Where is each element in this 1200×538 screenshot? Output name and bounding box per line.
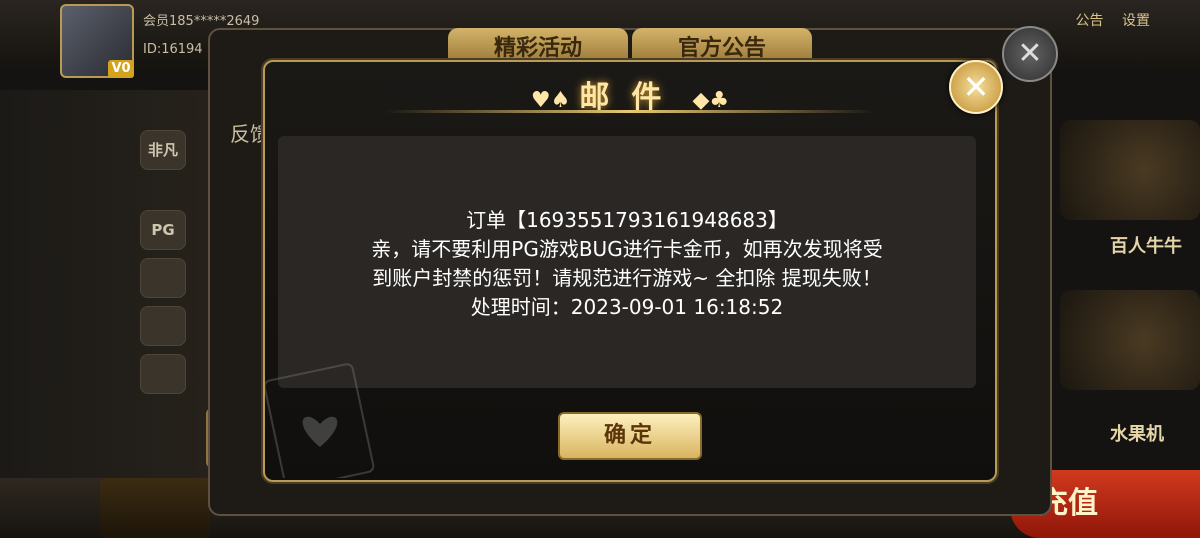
mail-dialog: ♥♠ 邮件 ◆♣ ✕ 订单【1693551793161948683】 亲，请不要… bbox=[263, 60, 1003, 482]
announcement-button[interactable]: 公告 bbox=[1076, 13, 1104, 29]
rail-game-2[interactable] bbox=[140, 306, 186, 346]
vip-badge: V0 bbox=[108, 60, 134, 78]
settings-button[interactable]: 设置 bbox=[1122, 13, 1150, 29]
rail-category[interactable]: 非凡 bbox=[140, 130, 186, 170]
rail-game-1[interactable] bbox=[140, 258, 186, 298]
header-divider bbox=[385, 110, 875, 113]
rail-pg[interactable]: PG bbox=[140, 210, 186, 250]
game-tile-2[interactable] bbox=[1060, 290, 1200, 390]
dialog-header: ♥♠ 邮件 ◆♣ bbox=[265, 62, 995, 122]
message-line-1: 亲，请不要利用PG游戏BUG进行卡金币，如再次发现将受 bbox=[371, 237, 883, 261]
member-label: 会员185*****2649 bbox=[143, 14, 260, 29]
game-tile-1[interactable] bbox=[1060, 120, 1200, 220]
back-close-button[interactable]: ✕ bbox=[1002, 26, 1058, 82]
playing-card-decoration bbox=[265, 363, 375, 478]
confirm-button[interactable]: 确定 bbox=[558, 412, 702, 460]
message-body: 订单【1693551793161948683】 亲，请不要利用PG游戏BUG进行… bbox=[278, 206, 976, 322]
top-icons: 公告 设置 bbox=[1062, 10, 1150, 30]
close-button[interactable]: ✕ bbox=[949, 60, 1003, 114]
game-tile-2-label: 水果机 bbox=[1110, 424, 1164, 445]
rail-game-3[interactable] bbox=[140, 354, 186, 394]
message-box: 订单【1693551793161948683】 亲，请不要利用PG游戏BUG进行… bbox=[278, 136, 976, 388]
left-rail bbox=[0, 90, 230, 490]
message-line-order: 订单【1693551793161948683】 bbox=[466, 208, 788, 232]
game-tile-1-label: 百人牛牛 bbox=[1110, 236, 1182, 257]
player-id: ID:16194 bbox=[143, 42, 203, 57]
message-line-time: 处理时间：2023-09-01 16:18:52 bbox=[470, 295, 784, 319]
message-line-2: 到账户封禁的惩罚！请规范进行游戏~ 全扣除 提现失败！ bbox=[372, 266, 882, 290]
avatar[interactable]: V0 bbox=[60, 4, 134, 78]
promo-banner[interactable] bbox=[100, 478, 210, 538]
